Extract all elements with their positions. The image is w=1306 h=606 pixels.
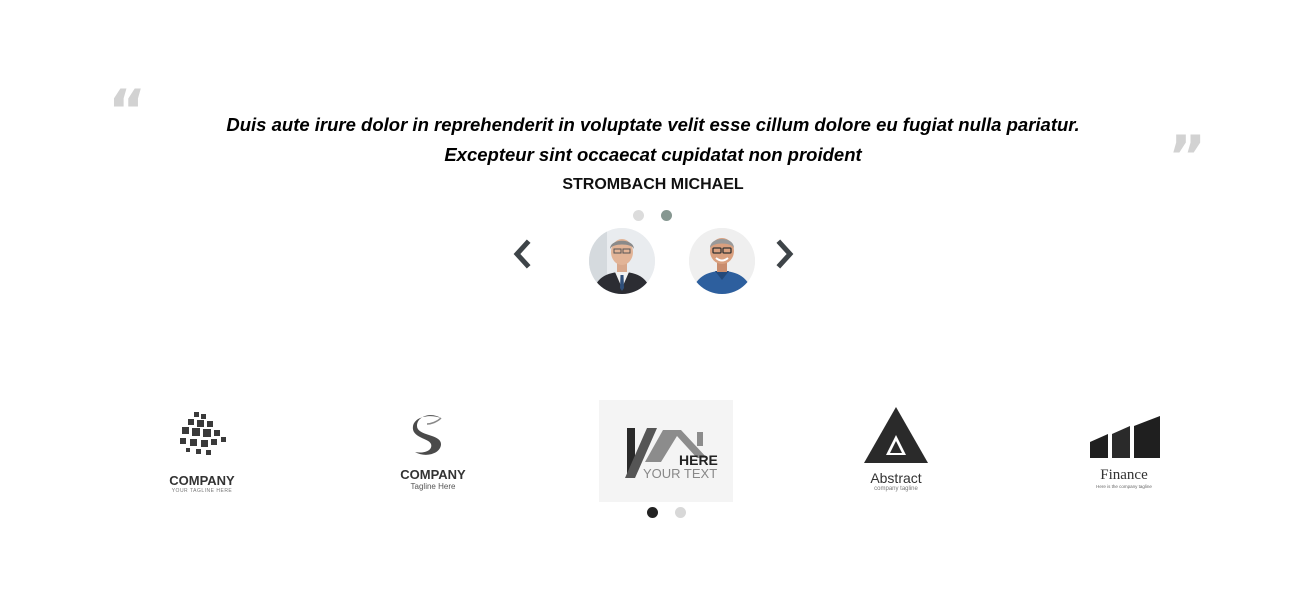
logo-tagline: Tagline Here [410, 482, 456, 491]
avatar[interactable] [689, 228, 755, 294]
logo-tagline: Here is the company tagline [1096, 484, 1152, 489]
chevron-right-icon[interactable] [773, 239, 797, 269]
testimonial-pagination [633, 210, 672, 221]
logo-pagination [647, 507, 686, 518]
testimonial-quote: Duis aute irure dolor in reprehenderit i… [130, 110, 1176, 170]
logo-dot-1[interactable] [647, 507, 658, 518]
logo-name: Abstract [870, 470, 922, 486]
house-roof-icon [625, 428, 707, 478]
logo-tagline: company tagline [874, 486, 918, 492]
logo-company-pixels[interactable]: COMPANY YOUR TAGLINE HERE [150, 402, 254, 498]
logo-abstract[interactable]: Abstract company tagline [856, 405, 936, 495]
s-letter-icon [412, 415, 442, 455]
quote-line-1: Duis aute irure dolor in reprehenderit i… [226, 114, 1080, 135]
testimonial-dot-2[interactable] [661, 210, 672, 221]
quote-line-2: Excepteur sint occaecat cupidatat non pr… [444, 144, 862, 165]
chevron-left-icon[interactable] [510, 239, 534, 269]
logo-tagline: YOUR TEXT [643, 466, 718, 481]
triangle-a-icon [864, 407, 928, 463]
avatar[interactable] [589, 228, 655, 294]
logo-dot-2[interactable] [675, 507, 686, 518]
pixel-mosaic-icon [180, 412, 226, 455]
logo-finance[interactable]: Finance Here is the company tagline [1082, 412, 1166, 492]
logo-name: Finance [1100, 467, 1148, 483]
logo-here-your-text[interactable]: HERE YOUR TEXT [599, 400, 733, 502]
testimonial-dot-1[interactable] [633, 210, 644, 221]
logo-name: COMPANY [169, 473, 235, 488]
testimonial-author: STROMBACH MICHAEL [562, 176, 744, 193]
logo-tagline: YOUR TAGLINE HERE [171, 488, 233, 494]
logo-company-s[interactable]: COMPANY Tagline Here [385, 412, 481, 492]
logo-name: COMPANY [400, 467, 466, 482]
bar-chart-icon [1090, 416, 1160, 458]
